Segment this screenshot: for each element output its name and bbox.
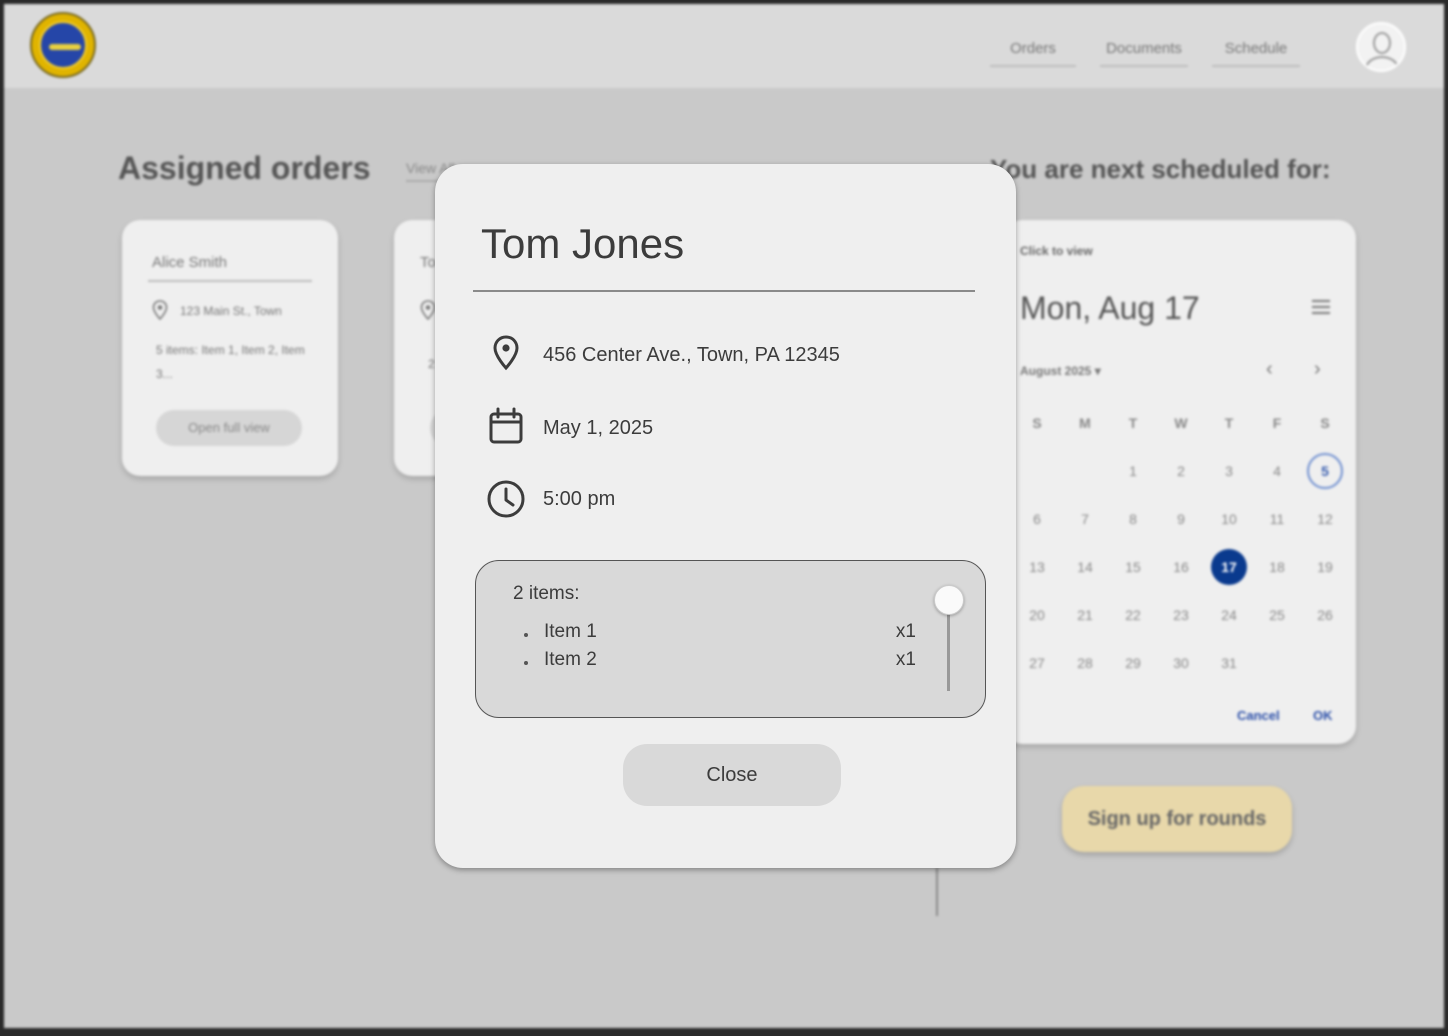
- calendar-day[interactable]: 20: [1019, 597, 1055, 633]
- calendar-day[interactable]: 6: [1019, 501, 1055, 537]
- calendar-day[interactable]: 27: [1019, 645, 1055, 681]
- nav-documents[interactable]: Documents: [1100, 40, 1188, 67]
- calendar-day[interactable]: 9: [1163, 501, 1199, 537]
- weekday-label: F: [1272, 415, 1282, 431]
- calendar-day[interactable]: 21: [1067, 597, 1103, 633]
- chevron-left-icon[interactable]: ‹: [1266, 358, 1273, 381]
- weekday-label: M: [1079, 415, 1091, 431]
- calendar-day[interactable]: 23: [1163, 597, 1199, 633]
- item-label: Item 2: [544, 649, 597, 670]
- order-card-address: 123 Main St., Town: [180, 304, 282, 318]
- modal-time: 5:00 pm: [543, 488, 616, 510]
- order-card-name: To: [420, 254, 436, 271]
- calendar-day[interactable]: 4: [1259, 453, 1295, 489]
- items-panel: 2 items: Item 1 x1 Item 2 x1: [475, 560, 986, 718]
- clock-icon: [487, 480, 525, 518]
- calendar-day[interactable]: 12: [1307, 501, 1343, 537]
- calendar-day[interactable]: 19: [1307, 549, 1343, 585]
- location-pin-icon: [493, 335, 519, 371]
- close-button[interactable]: Close: [623, 744, 841, 806]
- weekday-label: S: [1032, 415, 1042, 431]
- calendar-day[interactable]: 3: [1211, 453, 1247, 489]
- item-label: Item 1: [544, 621, 597, 642]
- calendar-day[interactable]: 16: [1163, 549, 1199, 585]
- calendar-day[interactable]: 31: [1211, 645, 1247, 681]
- scrollbar-track[interactable]: [947, 609, 950, 691]
- month-label: August 2025: [1020, 364, 1092, 378]
- list-item: Item 1 x1: [524, 621, 916, 649]
- calendar-day[interactable]: 28: [1067, 645, 1103, 681]
- weekday-label: T: [1224, 415, 1234, 431]
- order-card-items: 5 items: Item 1, Item 2, Item 3...: [156, 343, 305, 381]
- title-divider: [473, 290, 975, 292]
- calendar-day[interactable]: 1: [1115, 453, 1151, 489]
- nav-schedule[interactable]: Schedule: [1212, 40, 1300, 67]
- calendar-selected-date: Mon, Aug 17: [1020, 290, 1200, 326]
- scrollbar-thumb[interactable]: [934, 585, 964, 615]
- calendar-day[interactable]: 5: [1307, 453, 1343, 489]
- calendar-day[interactable]: 15: [1115, 549, 1151, 585]
- calendar-day[interactable]: 29: [1115, 645, 1151, 681]
- nav-orders[interactable]: Orders: [990, 40, 1076, 67]
- chevron-right-icon[interactable]: ›: [1314, 358, 1321, 381]
- calendar-icon: [489, 407, 523, 444]
- month-selector[interactable]: August 2025 ▾: [1020, 364, 1101, 378]
- top-bar: Orders Documents Schedule: [4, 4, 1444, 88]
- calendar-day[interactable]: 24: [1211, 597, 1247, 633]
- calendar-day[interactable]: 10: [1211, 501, 1247, 537]
- calendar-hint: Click to view: [1020, 244, 1093, 258]
- items-count: 2 items:: [513, 583, 580, 604]
- sign-up-for-rounds-button[interactable]: Sign up for rounds: [1062, 786, 1292, 852]
- calendar-day[interactable]: 8: [1115, 501, 1151, 537]
- weekday-label: S: [1320, 415, 1330, 431]
- modal-address: 456 Center Ave., Town, PA 12345: [543, 344, 840, 366]
- date-picker[interactable]: Click to view Mon, Aug 17 August 2025 ▾ …: [1004, 220, 1356, 744]
- schedule-heading: You are next scheduled for:: [990, 154, 1331, 184]
- item-quantity: x1: [895, 621, 916, 642]
- orders-heading: Assigned orders: [118, 150, 371, 186]
- calendar-day[interactable]: 18: [1259, 549, 1295, 585]
- location-pin-icon: [420, 300, 436, 320]
- calendar-day[interactable]: 25: [1259, 597, 1295, 633]
- calendar-day[interactable]: 17: [1211, 549, 1247, 585]
- calendar-day[interactable]: 2: [1163, 453, 1199, 489]
- modal-title: Tom Jones: [481, 220, 685, 267]
- logo[interactable]: [30, 12, 96, 78]
- calendar-cancel-button[interactable]: Cancel: [1237, 708, 1280, 723]
- location-pin-icon: [152, 300, 168, 320]
- weekday-label: W: [1174, 415, 1188, 431]
- avatar[interactable]: [1356, 22, 1406, 72]
- calendar-day[interactable]: 30: [1163, 645, 1199, 681]
- calendar-day[interactable]: 22: [1115, 597, 1151, 633]
- calendar-day[interactable]: 13: [1019, 549, 1055, 585]
- divider: [936, 868, 938, 916]
- calendar-day[interactable]: 11: [1259, 501, 1295, 537]
- weekday-label: T: [1128, 415, 1138, 431]
- dropdown-arrow-icon: ▾: [1094, 364, 1101, 378]
- item-quantity: x1: [895, 649, 916, 670]
- calendar-day[interactable]: 7: [1067, 501, 1103, 537]
- modal-date: May 1, 2025: [543, 417, 654, 439]
- order-card[interactable]: Alice Smith 123 Main St., Town 5 items: …: [122, 220, 338, 476]
- order-detail-modal: Tom Jones 456 Center Ave., Town, PA 1234…: [435, 164, 1016, 868]
- calendar-ok-button[interactable]: OK: [1313, 708, 1333, 723]
- list-item: Item 2 x1: [524, 649, 916, 677]
- calendar-day[interactable]: 26: [1307, 597, 1343, 633]
- order-card-name: Alice Smith: [152, 254, 228, 271]
- calendar-menu-icon[interactable]: [1312, 300, 1330, 314]
- open-full-view-button[interactable]: Open full view: [156, 410, 302, 446]
- calendar-day[interactable]: 14: [1067, 549, 1103, 585]
